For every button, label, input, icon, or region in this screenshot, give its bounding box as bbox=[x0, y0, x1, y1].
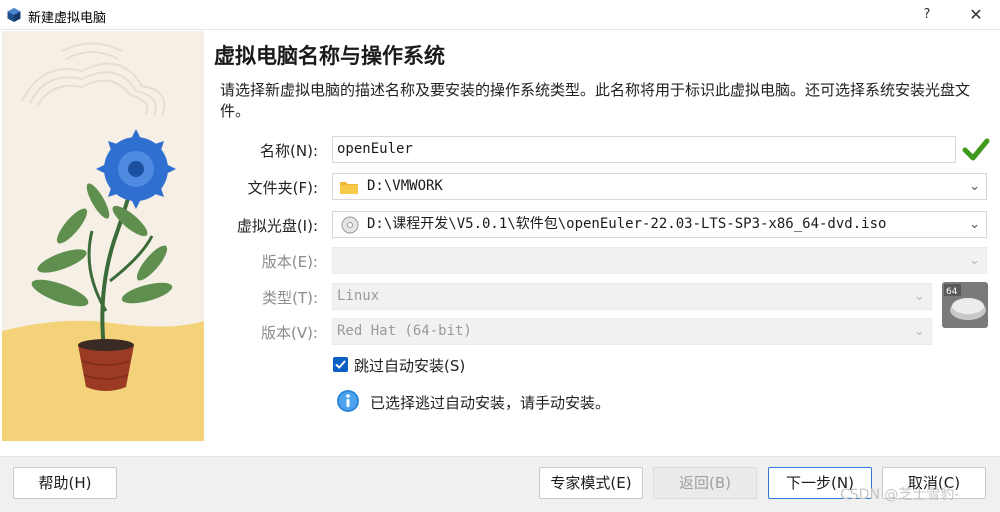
skip-unattended-checkbox[interactable] bbox=[333, 357, 348, 372]
chevron-down-icon: ⌄ bbox=[914, 324, 925, 339]
os-badge-64: 64 bbox=[946, 287, 958, 297]
type-value: Linux bbox=[337, 288, 380, 304]
folder-combobox[interactable]: D:\VMWORK ⌄ bbox=[332, 173, 987, 200]
type-label: 类型(T): bbox=[262, 289, 318, 307]
chevron-down-icon: ⌄ bbox=[914, 289, 925, 304]
iso-label: 虚拟光盘(I): bbox=[236, 217, 318, 235]
chevron-down-icon: ⌄ bbox=[969, 253, 980, 268]
page-title: 虚拟电脑名称与操作系统 bbox=[214, 44, 445, 68]
back-button[interactable]: 返回(B) bbox=[653, 467, 757, 499]
folder-label: 文件夹(F): bbox=[247, 179, 318, 197]
name-label: 名称(N): bbox=[260, 142, 318, 160]
iso-value: D:\课程开发\V5.0.1\软件包\openEuler-22.03-LTS-S… bbox=[367, 216, 887, 232]
valid-checkmark-icon bbox=[962, 138, 990, 161]
info-icon bbox=[337, 390, 359, 412]
info-message: 已选择逃过自动安装，请手动安装。 bbox=[370, 394, 611, 412]
edition-label: 版本(E): bbox=[261, 253, 318, 271]
virtualbox-app-icon bbox=[7, 8, 21, 22]
version-combobox[interactable]: Red Hat (64-bit) ⌄ bbox=[332, 318, 932, 345]
folder-icon bbox=[340, 182, 358, 194]
edition-combobox[interactable]: ⌄ bbox=[332, 247, 987, 274]
type-combobox[interactable]: Linux ⌄ bbox=[332, 283, 932, 310]
title-bar: 新建虚拟电脑 ? ✕ bbox=[0, 0, 1000, 30]
page-description: 请选择新虚拟电脑的描述名称及要安装的操作系统类型。此名称将用于标识此虚拟电脑。还… bbox=[220, 81, 971, 120]
optical-disc-icon bbox=[341, 216, 359, 234]
skip-unattended-label[interactable]: 跳过自动安装(S) bbox=[354, 355, 465, 376]
watermark-text: CSDN @芝士雪豹- bbox=[840, 487, 960, 503]
name-input[interactable]: openEuler bbox=[332, 136, 956, 163]
name-value: openEuler bbox=[337, 141, 413, 157]
chevron-down-icon: ⌄ bbox=[969, 217, 980, 232]
window-title: 新建虚拟电脑 bbox=[28, 11, 107, 26]
os-type-icon: 64 bbox=[942, 282, 988, 328]
version-label: 版本(V): bbox=[260, 324, 318, 342]
check-icon bbox=[335, 360, 346, 369]
help-question-button[interactable]: ? bbox=[912, 0, 942, 30]
expert-mode-button[interactable]: 专家模式(E) bbox=[539, 467, 643, 499]
folder-value: D:\VMWORK bbox=[367, 178, 443, 194]
wizard-illustration bbox=[2, 31, 204, 441]
help-button[interactable]: 帮助(H) bbox=[13, 467, 117, 499]
close-window-button[interactable]: ✕ bbox=[958, 0, 994, 30]
version-value: Red Hat (64-bit) bbox=[337, 323, 472, 339]
chevron-down-icon: ⌄ bbox=[969, 179, 980, 194]
iso-combobox[interactable]: D:\课程开发\V5.0.1\软件包\openEuler-22.03-LTS-S… bbox=[332, 211, 987, 238]
